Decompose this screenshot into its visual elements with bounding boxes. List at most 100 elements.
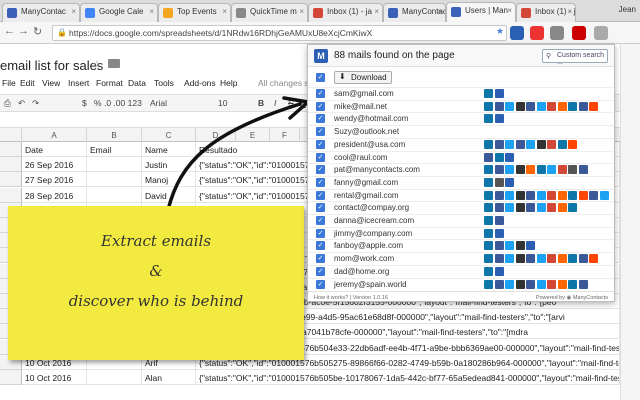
menu-item[interactable]: Insert xyxy=(68,78,89,88)
row-header[interactable] xyxy=(0,142,22,157)
email-row[interactable]: ✓ president@usa.com xyxy=(308,137,614,149)
menu-item[interactable]: Add-ons xyxy=(184,78,216,88)
extension-icon[interactable] xyxy=(530,26,544,40)
social-profile-icon[interactable] xyxy=(494,254,504,264)
email-checkbox[interactable]: ✓ xyxy=(316,279,325,289)
social-profile-icon[interactable] xyxy=(568,101,577,111)
browser-tab[interactable]: Users | Man × xyxy=(446,2,516,23)
social-profile-icon[interactable] xyxy=(547,165,556,175)
email-row[interactable]: ✓ mike@mail.net xyxy=(308,99,614,111)
social-profile-icon[interactable] xyxy=(505,190,514,200)
document-title[interactable]: email list for sales xyxy=(0,58,103,73)
browser-tab[interactable]: Inbox (1) - ja × xyxy=(308,3,383,22)
social-profile-icon[interactable] xyxy=(526,165,535,175)
social-profile-icon[interactable] xyxy=(578,190,588,200)
social-profile-icon[interactable] xyxy=(526,203,535,213)
browser-tab[interactable]: Top Events × xyxy=(158,3,231,22)
email-checkbox[interactable]: ✓ xyxy=(316,165,325,175)
social-profile-icon[interactable] xyxy=(505,139,514,149)
back-icon[interactable]: ← xyxy=(4,25,15,37)
currency-button[interactable]: $ xyxy=(82,98,87,108)
social-profile-icon[interactable] xyxy=(557,139,567,149)
social-profile-icon[interactable] xyxy=(547,279,556,289)
social-profile-icon[interactable] xyxy=(589,254,598,264)
email-checkbox[interactable]: ✓ xyxy=(316,152,325,162)
social-profile-icon[interactable] xyxy=(547,101,556,111)
email-cell[interactable] xyxy=(87,187,142,203)
social-profile-icon[interactable] xyxy=(578,165,588,175)
email-row[interactable]: ✓ cool@raul.com xyxy=(308,150,614,162)
email-checkbox[interactable]: ✓ xyxy=(316,101,325,111)
footer-help-link[interactable]: How it works? | Version 1.0.16 xyxy=(314,295,388,301)
social-profile-icon[interactable] xyxy=(589,190,598,200)
email-checkbox[interactable]: ✓ xyxy=(316,190,325,200)
email-checkbox[interactable]: ✓ xyxy=(316,228,325,238)
email-row[interactable]: ✓ mom@work.com xyxy=(308,252,614,264)
social-profile-icon[interactable] xyxy=(568,279,577,289)
social-profile-icon[interactable] xyxy=(515,101,525,111)
social-profile-icon[interactable] xyxy=(526,279,535,289)
social-profile-icon[interactable] xyxy=(578,279,588,289)
social-profile-icon[interactable] xyxy=(526,101,535,111)
email-row[interactable]: ✓ Suzy@outlook.net xyxy=(308,125,614,137)
social-profile-icon[interactable] xyxy=(484,139,493,149)
name-cell[interactable]: Alan xyxy=(142,370,196,385)
social-profile-icon[interactable] xyxy=(589,101,598,111)
social-profile-icon[interactable] xyxy=(484,152,493,162)
social-profile-icon[interactable] xyxy=(568,190,577,200)
social-profile-icon[interactable] xyxy=(557,190,567,200)
redo-icon[interactable]: ↷ xyxy=(32,98,39,109)
profile-name[interactable]: Jean xyxy=(619,5,636,14)
email-checkbox[interactable]: ✓ xyxy=(316,114,325,124)
social-profile-icon[interactable] xyxy=(484,89,493,98)
tab-close-icon[interactable]: × xyxy=(149,7,154,16)
social-profile-icon[interactable] xyxy=(494,190,504,200)
email-row[interactable]: ✓ fanny@gmail.com xyxy=(308,175,614,187)
browser-tab[interactable]: ManyContac × xyxy=(2,3,80,22)
social-profile-icon[interactable] xyxy=(599,190,609,200)
social-profile-icon[interactable] xyxy=(536,139,546,149)
browser-tab[interactable]: Google Cale × xyxy=(80,3,158,22)
decimal-buttons[interactable]: .0 .00 123 xyxy=(104,98,142,108)
tab-close-icon[interactable]: × xyxy=(374,7,379,16)
email-checkbox[interactable]: ✓ xyxy=(316,266,325,276)
email-row[interactable]: ✓ fanboy@apple.com xyxy=(308,239,614,251)
social-profile-icon[interactable] xyxy=(536,279,546,289)
select-all-corner[interactable] xyxy=(0,128,22,142)
date-cell[interactable]: 28 Sep 2016 xyxy=(22,187,87,203)
social-profile-icon[interactable] xyxy=(557,101,567,111)
menu-item[interactable]: Help xyxy=(220,78,237,88)
social-profile-icon[interactable] xyxy=(494,101,504,111)
social-profile-icon[interactable] xyxy=(484,114,493,124)
social-profile-icon[interactable] xyxy=(526,254,535,264)
social-profile-icon[interactable] xyxy=(494,89,504,98)
social-profile-icon[interactable] xyxy=(526,190,535,200)
tab-close-icon[interactable]: × xyxy=(437,7,442,16)
social-profile-icon[interactable] xyxy=(484,165,493,175)
extension-icon[interactable] xyxy=(510,26,524,40)
social-profile-icon[interactable] xyxy=(536,203,546,213)
custom-search-button[interactable]: ⚲ Custom search ... xyxy=(542,49,608,66)
forward-icon[interactable]: → xyxy=(18,25,29,37)
browser-tab[interactable]: QuickTime m × xyxy=(231,3,308,22)
social-profile-icon[interactable] xyxy=(484,266,493,276)
social-profile-icon[interactable] xyxy=(494,228,504,238)
menu-item[interactable]: View xyxy=(42,78,60,88)
social-profile-icon[interactable] xyxy=(494,177,504,187)
star-icon[interactable]: ☆ xyxy=(92,58,102,71)
column-header[interactable]: B xyxy=(87,128,142,142)
social-profile-icon[interactable] xyxy=(505,279,514,289)
email-row[interactable]: ✓ pat@manycontacts.com xyxy=(308,163,614,175)
row-header[interactable] xyxy=(0,187,22,203)
email-row[interactable]: ✓ sam@gmail.com xyxy=(308,87,614,98)
social-profile-icon[interactable] xyxy=(557,203,567,213)
email-checkbox[interactable]: ✓ xyxy=(316,127,325,137)
email-checkbox[interactable]: ✓ xyxy=(316,216,325,225)
social-profile-icon[interactable] xyxy=(547,203,556,213)
social-profile-icon[interactable] xyxy=(505,152,514,162)
email-checkbox[interactable]: ✓ xyxy=(316,203,325,213)
social-profile-icon[interactable] xyxy=(505,241,514,251)
email-checkbox[interactable]: ✓ xyxy=(316,177,325,187)
social-profile-icon[interactable] xyxy=(484,279,493,289)
extension-icon[interactable] xyxy=(594,26,608,40)
